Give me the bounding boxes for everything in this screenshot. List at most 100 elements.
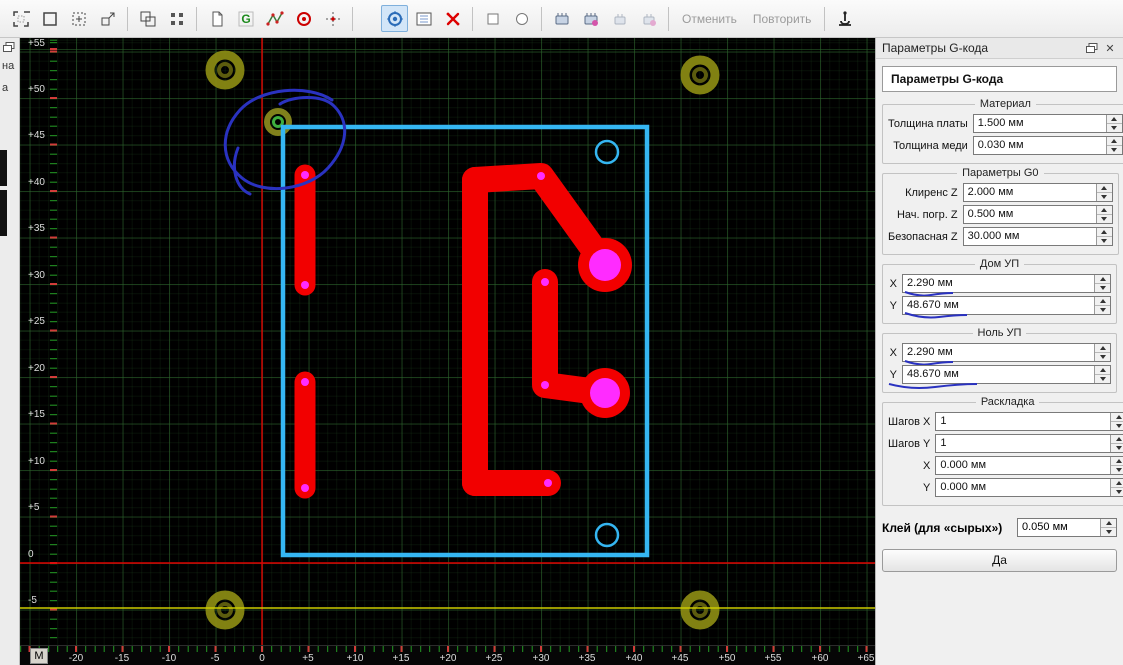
play-circle-icon: [386, 10, 403, 27]
spin-up-button[interactable]: [1095, 297, 1110, 306]
undo-button[interactable]: Отменить: [674, 12, 745, 26]
panel-titlebar[interactable]: Параметры G-кода ✕: [876, 38, 1123, 59]
pad-large[interactable]: [580, 368, 630, 418]
home-x-spinbox[interactable]: 2.290 мм: [902, 274, 1111, 297]
tool-component-b-button[interactable]: [577, 5, 604, 32]
spin-up-button[interactable]: [1106, 137, 1122, 146]
tool-copy-button[interactable]: [203, 5, 230, 32]
select-corners-icon: [12, 10, 30, 27]
tool-align-button[interactable]: [134, 5, 161, 32]
home-y-spinbox[interactable]: 48.670 мм: [902, 296, 1111, 319]
spin-value: 1.500 мм: [977, 117, 1024, 129]
tool-shape-circle-button[interactable]: [508, 5, 535, 32]
spin-up-button[interactable]: [1095, 344, 1110, 353]
tool-simulate-button[interactable]: [381, 5, 408, 32]
pad-holes[interactable]: [301, 171, 552, 492]
tool-drill-button[interactable]: [290, 5, 317, 32]
spin-up-button[interactable]: [1095, 275, 1110, 284]
zero-x-spinbox[interactable]: 2.290 мм: [902, 343, 1111, 366]
tool-origin-button[interactable]: [319, 5, 346, 32]
tool-gcode-button[interactable]: G: [232, 5, 259, 32]
spin-value: 30.000 мм: [967, 230, 1020, 242]
tool-clamp-button[interactable]: [831, 5, 858, 32]
dock-tab[interactable]: [0, 150, 7, 186]
spin-down-button[interactable]: [1095, 306, 1110, 314]
origin-mark[interactable]: [264, 108, 292, 136]
spin-down-button[interactable]: [1096, 237, 1112, 245]
spin-down-button[interactable]: [1096, 193, 1112, 201]
initial-z-spinbox[interactable]: 0.500 мм: [962, 205, 1113, 224]
group-g0-params: Параметры G0 Клиренс Z 2.000 мм Нач. пог…: [882, 167, 1119, 255]
tool-properties-button[interactable]: [410, 5, 437, 32]
spin-down-button[interactable]: [1101, 528, 1116, 536]
spin-down-button[interactable]: [1111, 488, 1123, 496]
gcode-letter-icon: G: [238, 11, 253, 26]
spin-up-button[interactable]: [1096, 184, 1112, 193]
drill-mark[interactable]: [680, 590, 720, 630]
spin-up-button[interactable]: [1111, 413, 1123, 422]
spin-up-button[interactable]: [1111, 435, 1123, 444]
spin-down-button[interactable]: [1095, 375, 1110, 383]
glue-spinbox[interactable]: 0.050 мм: [1017, 518, 1117, 537]
spin-up-button[interactable]: [1111, 457, 1123, 466]
ruler-label: +15: [392, 653, 410, 664]
tool-rect-select-button[interactable]: [36, 5, 63, 32]
steps-x-spinbox[interactable]: 1: [935, 412, 1123, 431]
close-panel-button[interactable]: ✕: [1103, 41, 1117, 55]
tool-connector-b-button[interactable]: [635, 5, 662, 32]
spin-down-button[interactable]: [1111, 444, 1123, 452]
spin-down-button[interactable]: [1106, 146, 1122, 154]
spin-down-button[interactable]: [1111, 466, 1123, 474]
form-row: X 0.000 мм: [888, 456, 1123, 475]
board-holes[interactable]: [594, 139, 620, 548]
spin-up-button[interactable]: [1101, 519, 1116, 528]
spin-up-button[interactable]: [1106, 115, 1122, 124]
dock-tab-label[interactable]: а: [2, 82, 8, 94]
spin-down-button[interactable]: [1095, 353, 1110, 361]
tool-connector-a-button[interactable]: [606, 5, 633, 32]
layout-offset-y-spinbox[interactable]: 0.000 мм: [935, 478, 1123, 497]
spin-up-button[interactable]: [1096, 206, 1112, 215]
tool-shape-rect-button[interactable]: [479, 5, 506, 32]
layout-offset-x-spinbox[interactable]: 0.000 мм: [935, 456, 1123, 475]
float-panel-button[interactable]: [3, 42, 15, 56]
spin-down-button[interactable]: [1096, 215, 1112, 223]
safe-z-spinbox[interactable]: 30.000 мм: [962, 227, 1113, 246]
tool-move-button[interactable]: [94, 5, 121, 32]
tool-transform-button[interactable]: [65, 5, 92, 32]
spin-down-button[interactable]: [1095, 284, 1110, 292]
dock-tab[interactable]: [0, 190, 7, 236]
tool-array-button[interactable]: [163, 5, 190, 32]
ruler-label: +20: [439, 653, 457, 664]
copper-traces[interactable]: [294, 163, 618, 499]
toolbar-separator: [824, 6, 826, 31]
ruler-units-box[interactable]: М: [30, 648, 48, 664]
form-row: Толщина платы 1.500 мм: [888, 114, 1123, 133]
pcb-canvas[interactable]: +55 +50 +45 +40 +35 +30 +25 +20 +15 +10 …: [20, 38, 875, 665]
spin-up-button[interactable]: [1095, 366, 1110, 375]
drill-mark[interactable]: [680, 55, 720, 95]
drill-mark[interactable]: [205, 590, 245, 630]
pad-large[interactable]: [578, 238, 632, 292]
tool-mill-button[interactable]: [439, 5, 466, 32]
spin-up-button[interactable]: [1096, 228, 1112, 237]
spin-down-button[interactable]: [1106, 124, 1122, 132]
tool-select-region-button[interactable]: [7, 5, 34, 32]
zero-y-spinbox[interactable]: 48.670 мм: [888, 365, 1111, 389]
spin-up-button[interactable]: [1111, 479, 1123, 488]
ok-button[interactable]: Да: [882, 549, 1117, 572]
drill-mark[interactable]: [205, 50, 245, 90]
copper-thickness-spinbox[interactable]: 0.030 мм: [972, 136, 1123, 155]
dock-tab-label[interactable]: на: [2, 60, 14, 72]
float-panel-button[interactable]: [1085, 41, 1099, 55]
spin-down-button[interactable]: [1111, 422, 1123, 430]
board-thickness-spinbox[interactable]: 1.500 мм: [972, 114, 1123, 133]
clearance-z-spinbox[interactable]: 2.000 мм: [962, 183, 1113, 202]
redo-button[interactable]: Повторить: [745, 12, 820, 26]
ruler-label: +60: [811, 653, 829, 664]
steps-y-spinbox[interactable]: 1: [935, 434, 1123, 453]
tool-component-a-button[interactable]: [548, 5, 575, 32]
spin-value: 1: [940, 415, 947, 427]
ruler-label: +50: [718, 653, 736, 664]
tool-path-button[interactable]: [261, 5, 288, 32]
